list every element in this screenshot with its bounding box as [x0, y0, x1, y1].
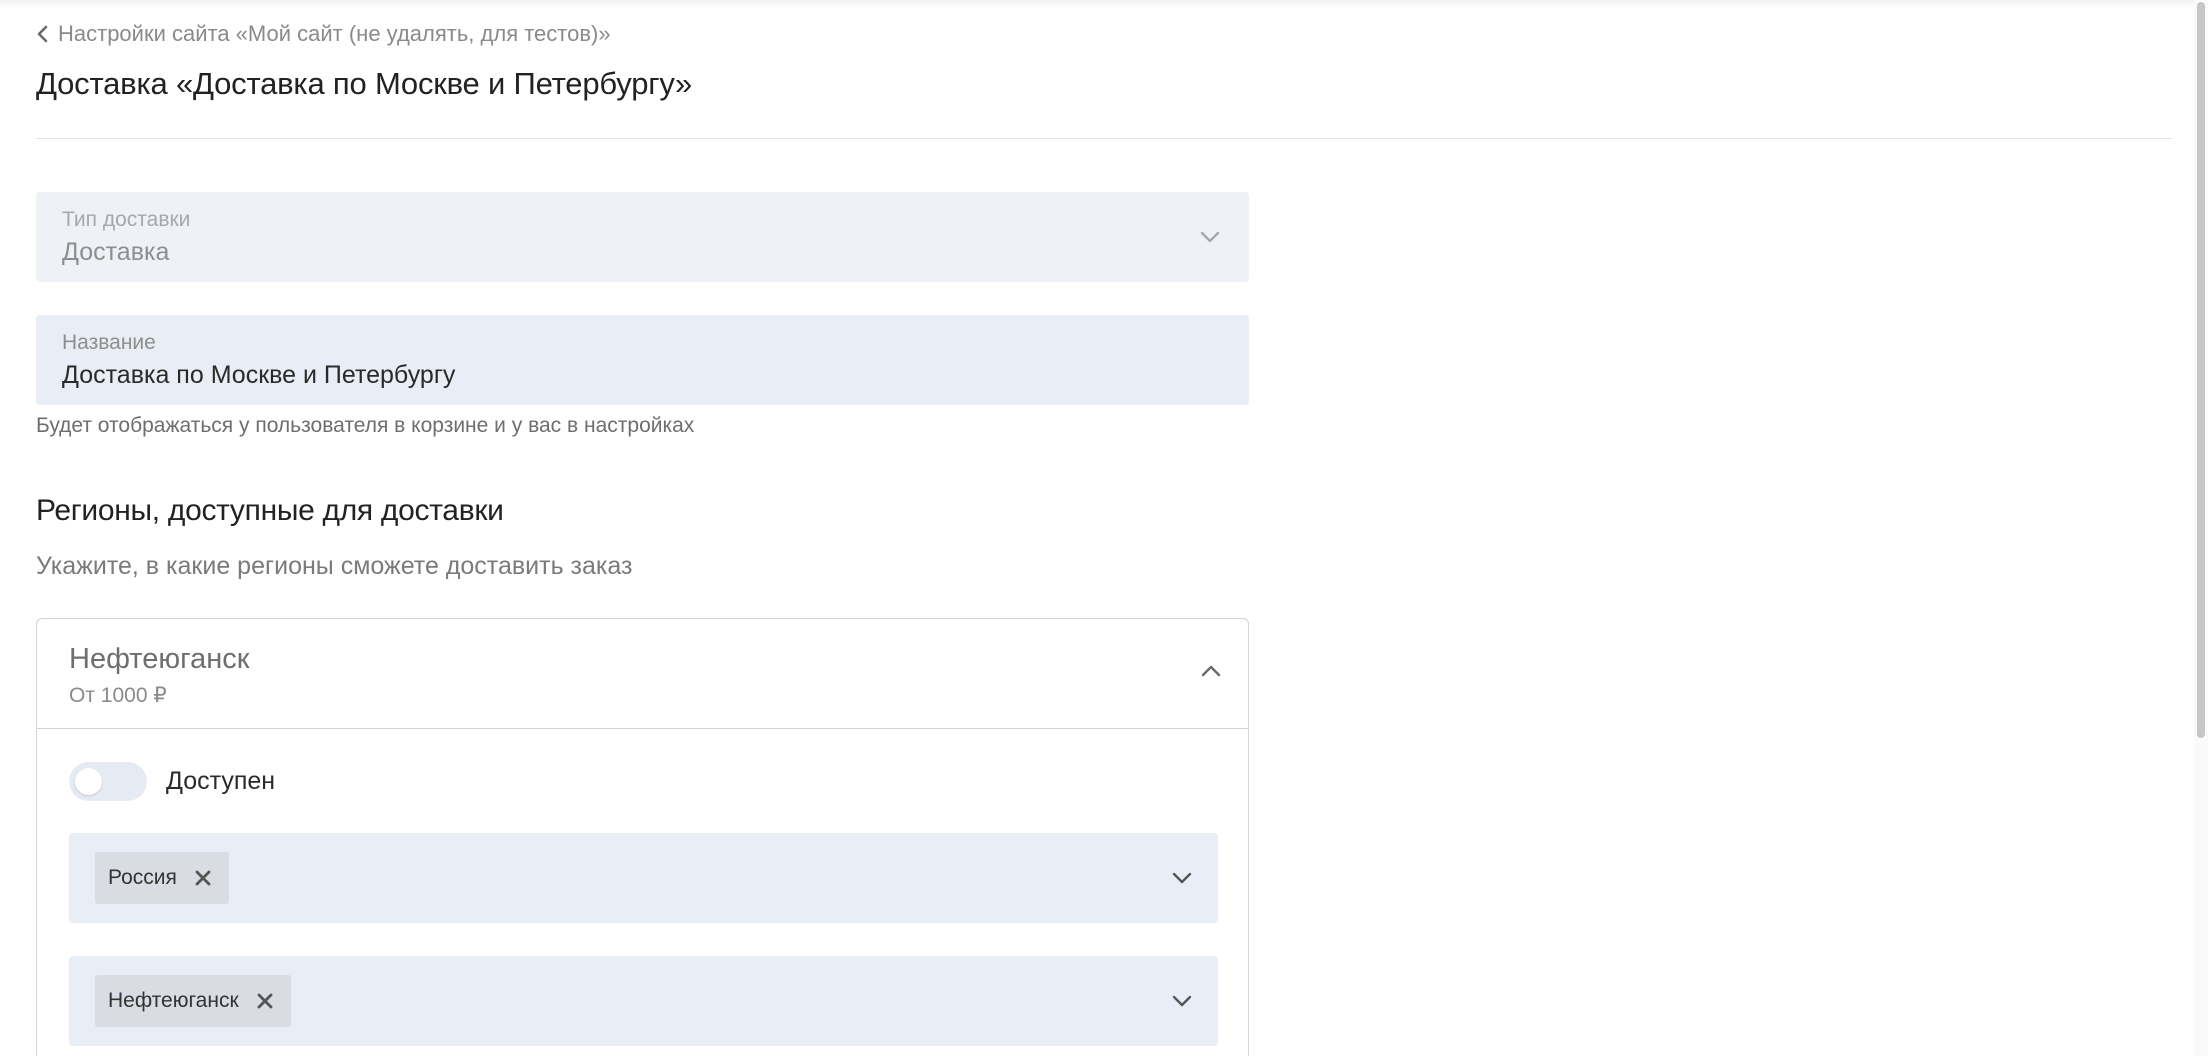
- scrollbar-thumb[interactable]: [2197, 2, 2205, 738]
- top-shadow: [0, 0, 2208, 8]
- availability-toggle[interactable]: [69, 762, 147, 801]
- delivery-type-select[interactable]: Тип доставки Доставка: [36, 192, 1249, 282]
- remove-tag-icon[interactable]: [255, 991, 275, 1011]
- name-field[interactable]: Название Доставка по Москве и Петербургу: [36, 315, 1249, 405]
- city-select[interactable]: Нефтеюганск: [69, 956, 1218, 1046]
- city-tag-label: Нефтеюганск: [108, 989, 239, 1012]
- chevron-down-icon: [1172, 995, 1192, 1007]
- name-field-hint: Будет отображаться у пользователя в корз…: [36, 414, 695, 437]
- availability-toggle-label: Доступен: [166, 767, 276, 795]
- breadcrumb-label: Настройки сайта «Мой сайт (не удалять, д…: [58, 21, 611, 46]
- chevron-up-icon[interactable]: [1199, 659, 1223, 683]
- region-card-header[interactable]: Нефтеюганск От 1000 ₽: [37, 619, 1248, 729]
- city-tag: Нефтеюганск: [95, 975, 291, 1027]
- country-tag: Россия: [95, 852, 229, 904]
- regions-section-subtitle: Укажите, в какие регионы сможете достави…: [36, 552, 633, 580]
- breadcrumb-back-link[interactable]: Настройки сайта «Мой сайт (не удалять, д…: [36, 21, 611, 47]
- page-title: Доставка «Доставка по Москве и Петербург…: [36, 66, 693, 101]
- delivery-type-label: Тип доставки: [62, 208, 191, 231]
- toggle-knob: [75, 768, 102, 795]
- country-tag-label: Россия: [108, 866, 177, 889]
- region-price: От 1000 ₽: [69, 684, 167, 707]
- header-divider: [36, 138, 2172, 139]
- chevron-down-icon: [1200, 231, 1220, 243]
- name-field-value[interactable]: Доставка по Москве и Петербургу: [62, 361, 455, 390]
- name-field-label: Название: [62, 331, 156, 354]
- remove-tag-icon[interactable]: [193, 868, 213, 888]
- chevron-left-icon: [37, 25, 48, 43]
- availability-toggle-row: Доступен: [69, 762, 275, 801]
- scrollbar-track[interactable]: [2194, 0, 2208, 1056]
- delivery-type-value: Доставка: [62, 238, 170, 266]
- chevron-down-icon: [1172, 872, 1192, 884]
- delivery-settings-page: Настройки сайта «Мой сайт (не удалять, д…: [0, 0, 2208, 1056]
- region-card: Нефтеюганск От 1000 ₽ Доступен Россия Не…: [36, 618, 1249, 1056]
- country-select[interactable]: Россия: [69, 833, 1218, 923]
- region-name: Нефтеюганск: [69, 643, 250, 675]
- regions-section-title: Регионы, доступные для доставки: [36, 494, 504, 527]
